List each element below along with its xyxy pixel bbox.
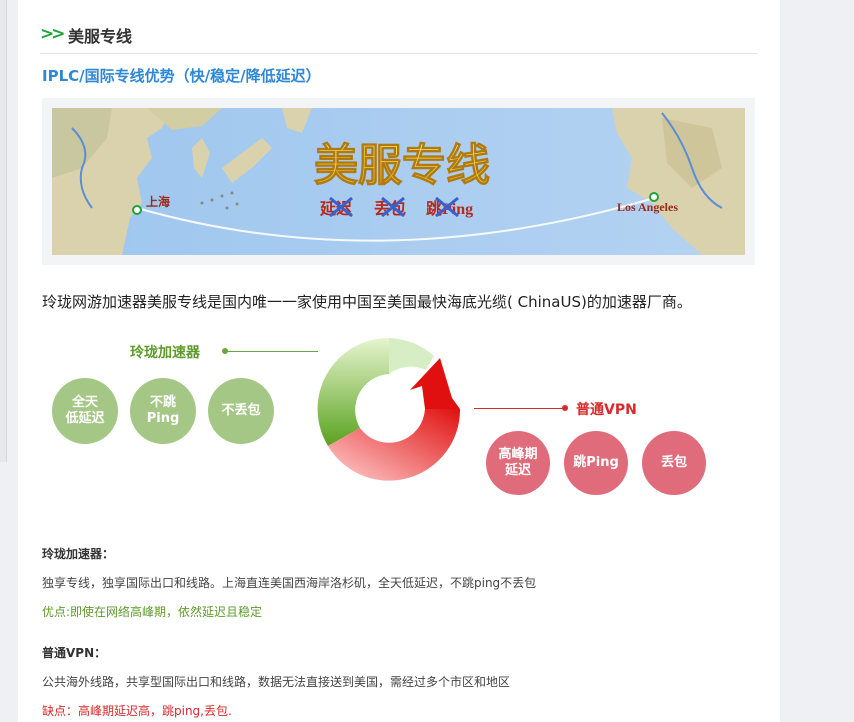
cycle-ring-icon bbox=[317, 337, 461, 481]
green-circle-3: 不丢包 bbox=[208, 378, 274, 444]
green-connector bbox=[226, 351, 318, 352]
intro-text: 玲珑网游加速器美服专线是国内唯一一家使用中国至美国最快海底光缆( ChinaUS… bbox=[42, 293, 692, 311]
article-page: >> 美服专线 IPLC/国际专线优势（快/稳定/降低延迟） 上海 Los An… bbox=[18, 0, 780, 722]
double-chevron-icon: >> bbox=[40, 24, 65, 44]
section-title: 美服专线 bbox=[68, 27, 133, 46]
ll-heading: 玲珑加速器： bbox=[42, 547, 115, 561]
comparison-diagram: 玲珑加速器 全天 低延迟 不跳 Ping 不丢包 普通VPN 高峰期 延迟 跳P… bbox=[42, 330, 742, 510]
red-label: 普通VPN bbox=[576, 402, 637, 418]
city-right-label: Los Angeles bbox=[617, 200, 678, 214]
red-dot bbox=[562, 405, 568, 411]
red-circle-1: 高峰期 延迟 bbox=[486, 431, 550, 495]
ll-advantage: 优点:即使在网络高峰期，依然延迟且稳定 bbox=[42, 605, 263, 619]
shanghai-marker bbox=[132, 205, 142, 215]
ll-description: 独享专线，独享国际出口和线路。上海直连美国西海岸洛杉矶，全天低延迟，不跳ping… bbox=[42, 576, 537, 590]
section-header: >> 美服专线 bbox=[40, 20, 758, 54]
city-left-label: 上海 bbox=[146, 194, 170, 209]
vpn-heading: 普通VPN： bbox=[42, 646, 107, 660]
banner-headline: 美服专线 bbox=[314, 141, 490, 190]
red-circle-2: 跳Ping bbox=[564, 431, 628, 495]
left-strip bbox=[0, 0, 7, 462]
vpn-disadvantage: 缺点：高峰期延迟高，跳ping,丢包. bbox=[42, 704, 232, 718]
vpn-description: 公共海外线路，共享型国际出口和线路，数据无法直接送到美国，需经过多个市区和地区 bbox=[42, 675, 511, 689]
green-circle-1: 全天 低延迟 bbox=[52, 378, 118, 444]
page-gutter bbox=[780, 0, 854, 722]
green-label: 玲珑加速器 bbox=[130, 345, 200, 361]
map-banner: 上海 Los Angeles 美服专线 延迟 丢包 跳Ping bbox=[52, 108, 745, 255]
banner-image: 上海 Los Angeles 美服专线 延迟 丢包 跳Ping bbox=[42, 98, 755, 265]
subtitle: IPLC/国际专线优势（快/稳定/降低延迟） bbox=[42, 67, 321, 85]
red-circle-3: 丢包 bbox=[642, 431, 706, 495]
green-circle-2: 不跳 Ping bbox=[130, 378, 196, 444]
red-connector bbox=[474, 408, 564, 409]
